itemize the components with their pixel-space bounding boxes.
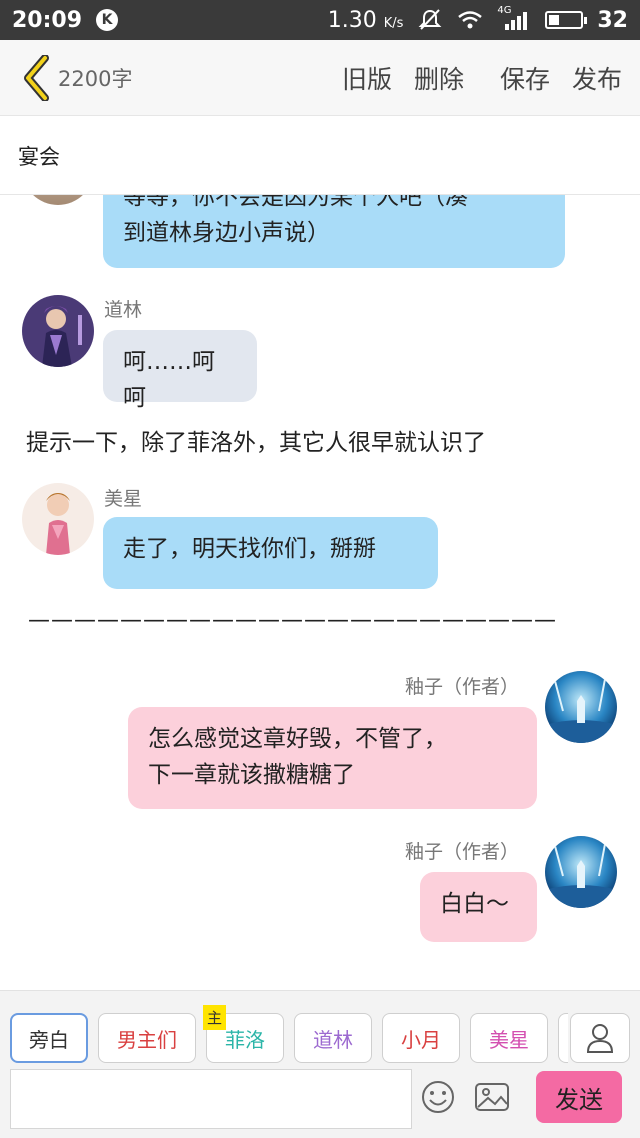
old-version-button[interactable]: 旧版 xyxy=(342,60,392,96)
message-bubble[interactable]: 走了，明天找你们，掰掰 xyxy=(103,517,438,589)
user-icon xyxy=(586,1024,614,1053)
avatar-meixing xyxy=(22,483,94,555)
message-text: 走了，明天找你们，掰掰 xyxy=(123,536,376,562)
role-label: 男主们 xyxy=(117,1027,177,1052)
message-bubble[interactable]: 等等，你不会是因为某个人吧（凑 到道林身边小声说） xyxy=(103,195,565,268)
role-chip-male-leads[interactable]: 男主们 xyxy=(98,1013,196,1063)
message-bubble[interactable]: 呵……呵呵 xyxy=(103,330,257,411)
delete-button[interactable]: 删除 xyxy=(414,60,464,96)
message-text: 白白～ xyxy=(440,891,509,917)
role-chip-xiaoyue[interactable]: 小月 xyxy=(382,1013,460,1063)
avatar-author xyxy=(545,836,617,908)
composer-panel: 旁白 男主们 菲洛 主 道林 小月 美星 发送 xyxy=(0,990,640,1138)
role-chip-daolin[interactable]: 道林 xyxy=(294,1013,372,1063)
message-bubble[interactable]: 白白～ xyxy=(420,872,537,942)
speaker-name: 道林 xyxy=(104,299,143,321)
message-line: 下一章就该撒糖糖了 xyxy=(148,762,355,788)
top-nav: 2200字 旧版 删除 保存 发布 xyxy=(0,40,640,116)
chapter-title[interactable]: 宴会 xyxy=(0,117,640,195)
network-type: 4G xyxy=(497,5,512,16)
signal-icon: 4G xyxy=(497,5,531,31)
battery-level: 32 xyxy=(597,7,628,33)
save-button[interactable]: 保存 xyxy=(500,60,550,96)
mute-icon xyxy=(417,9,443,31)
battery-icon xyxy=(545,11,588,29)
image-icon[interactable] xyxy=(474,1079,510,1115)
status-right: 1.30 K/s 4G 32 xyxy=(328,5,628,33)
avatar-daolin xyxy=(22,295,94,367)
back-chevron-icon xyxy=(24,54,49,101)
status-bar: 20:09 K 1.30 K/s 4G 32 xyxy=(0,0,640,40)
publish-button[interactable]: 发布 xyxy=(572,60,622,96)
role-label: 旁白 xyxy=(29,1027,69,1052)
network-speed-unit: K/s xyxy=(383,15,404,31)
nav-actions: 旧版 删除 保存 发布 xyxy=(320,60,622,96)
avatar xyxy=(22,195,94,205)
back-button[interactable] xyxy=(14,48,58,108)
k-app-icon: K xyxy=(96,9,119,31)
divider-line: ——————————————————————— xyxy=(28,608,557,633)
main-character-tag: 主 xyxy=(203,1005,227,1030)
message-line: 等等，你不会是因为某个人吧（凑 xyxy=(123,195,468,210)
chat-area[interactable]: 等等，你不会是因为某个人吧（凑 到道林身边小声说） 道林 呵……呵呵 提示一下，… xyxy=(0,195,640,990)
network-speed-value: 1.30 xyxy=(327,7,377,33)
send-button[interactable]: 发送 xyxy=(536,1071,622,1123)
narration-text[interactable]: 提示一下，除了菲洛外，其它人很早就认识了 xyxy=(26,423,486,457)
battery-fill xyxy=(549,15,560,25)
role-chip-narrator[interactable]: 旁白 xyxy=(10,1013,88,1063)
role-label: 菲洛 xyxy=(225,1027,265,1052)
network-speed: 1.30 K/s xyxy=(328,8,404,33)
speaker-name: 美星 xyxy=(104,488,143,510)
speaker-name: 釉子（作者） xyxy=(405,841,520,863)
role-chip-meixing[interactable]: 美星 xyxy=(470,1013,548,1063)
status-time: 20:09 xyxy=(12,7,83,33)
speaker-name: 釉子（作者） xyxy=(405,676,520,698)
emoji-icon[interactable] xyxy=(420,1079,456,1115)
role-label: 小月 xyxy=(401,1027,441,1052)
word-count: 2200字 xyxy=(58,66,133,91)
message-line: 怎么感觉这章好毁，不管了， xyxy=(148,726,447,752)
role-label: 道林 xyxy=(313,1027,353,1052)
wifi-icon xyxy=(457,9,483,31)
avatar-author xyxy=(545,671,617,743)
message-input[interactable] xyxy=(10,1069,412,1129)
role-chip-partial[interactable] xyxy=(558,1013,568,1063)
message-text: 呵……呵呵 xyxy=(123,349,215,411)
message-line: 到道林身边小声说） xyxy=(123,220,330,246)
role-label: 美星 xyxy=(489,1027,529,1052)
message-bubble[interactable]: 怎么感觉这章好毁，不管了， 下一章就该撒糖糖了 xyxy=(128,707,537,809)
manage-roles-button[interactable] xyxy=(570,1013,630,1063)
